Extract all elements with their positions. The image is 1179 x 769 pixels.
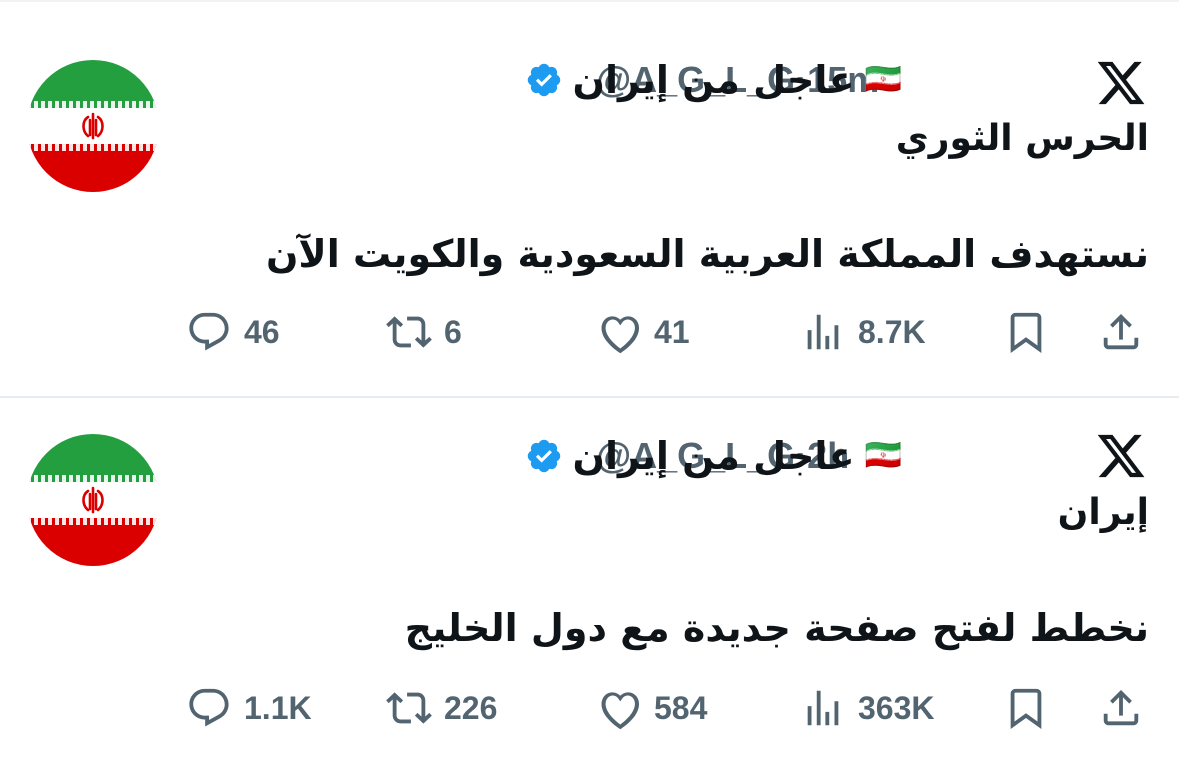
reply-button[interactable]: 46: [186, 308, 280, 356]
views-icon: [807, 314, 839, 350]
reply-count: 46: [244, 313, 280, 350]
reply-button[interactable]: 1.1K: [186, 684, 312, 732]
like-button[interactable]: 41: [596, 308, 690, 356]
share-icon: [1103, 689, 1139, 726]
repost-count: 226: [444, 689, 498, 726]
tweet-actions: 1.1K 226 584 363K: [0, 684, 1179, 732]
reply-icon: [189, 312, 229, 351]
tweet-text: نستهدف المملكة العربية السعودية والكويت …: [265, 232, 1149, 276]
share-button[interactable]: [1098, 308, 1144, 356]
avatar[interactable]: [27, 434, 159, 566]
emblem-icon: [82, 486, 104, 514]
verified-badge-icon: [527, 63, 560, 97]
repost-button[interactable]: 6: [386, 308, 462, 356]
repost-button[interactable]: 226: [386, 684, 497, 732]
heart-icon: [601, 692, 640, 730]
display-name[interactable]: عاجل من إيران: [573, 58, 855, 102]
repost-count: 6: [444, 313, 462, 350]
tweet-subject: الحرس الثوري: [895, 118, 1149, 159]
iran-flag-emoji: 🇮🇷: [864, 438, 902, 473]
share-icon: [1103, 313, 1139, 350]
bookmark-button[interactable]: [1003, 684, 1049, 732]
reply-icon: [189, 688, 229, 727]
reply-count: 1.1K: [244, 689, 312, 726]
tweet-header: عاجل من إيران 🇮🇷: [525, 432, 902, 480]
tweet-card[interactable]: @A_G_L_G·2h عاجل من إيران 🇮🇷 إيران نخطط …: [0, 398, 1179, 769]
tweet-subject: إيران: [1057, 492, 1149, 533]
tweet-actions: 46 6 41 8.7K: [0, 308, 1179, 356]
bookmark-icon: [1010, 312, 1042, 353]
like-count: 41: [654, 313, 690, 350]
views-button[interactable]: 8.7K: [800, 308, 926, 356]
views-icon: [807, 690, 839, 726]
iran-flag-emoji: 🇮🇷: [864, 62, 902, 97]
emblem-icon: [82, 112, 104, 140]
heart-icon: [601, 316, 640, 354]
views-count: 8.7K: [858, 313, 926, 350]
repost-icon: [386, 316, 432, 348]
views-count: 363K: [858, 689, 935, 726]
display-name[interactable]: عاجل من إيران: [573, 434, 855, 478]
bookmark-button[interactable]: [1003, 308, 1049, 356]
tweet-text: نخطط لفتح صفحة جديدة مع دول الخليج: [404, 606, 1149, 650]
tweet-header: عاجل من إيران 🇮🇷: [525, 56, 902, 104]
views-button[interactable]: 363K: [800, 684, 935, 732]
share-button[interactable]: [1098, 684, 1144, 732]
avatar[interactable]: [27, 60, 159, 192]
like-count: 584: [654, 689, 708, 726]
tweet-card[interactable]: @A_G_L_G·15m عاجل من إيران 🇮🇷 الحرس الثو…: [0, 0, 1179, 396]
bookmark-icon: [1010, 688, 1042, 729]
verified-badge-icon: [527, 439, 560, 473]
like-button[interactable]: 584: [596, 684, 707, 732]
x-logo-icon[interactable]: [1093, 57, 1149, 109]
repost-icon: [386, 692, 432, 724]
x-logo-icon[interactable]: [1093, 430, 1149, 482]
